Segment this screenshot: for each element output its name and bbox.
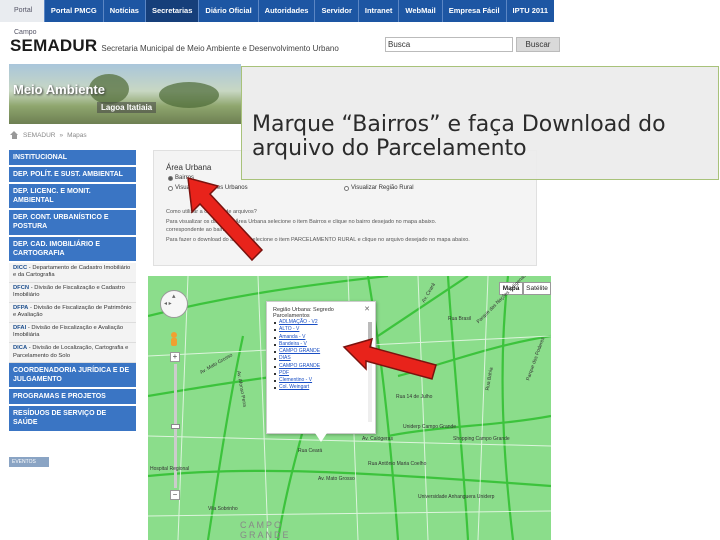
popup-link[interactable]: ADLMAÇÃO - V2	[273, 319, 369, 326]
subitem-text: Divisão de Fiscalização de Patrimônio e …	[13, 304, 132, 319]
nav-item-active[interactable]: Secretarias	[144, 0, 199, 22]
map-city-label: GRANDE	[240, 530, 291, 540]
zoom-out-icon[interactable]: −	[170, 490, 180, 500]
sidebar-item-dep-cont[interactable]: DEP. CONT. URBANÍSTICO E POSTURA	[9, 210, 136, 237]
map-label: Av. Mato Grosso	[318, 476, 355, 482]
page-root: Portal Campo Portal PMCG Notícias Secret…	[0, 0, 720, 540]
sidebar-item-programas[interactable]: PROGRAMAS E PROJETOS	[9, 389, 136, 407]
option-rural[interactable]: Visualizar Região Rural	[344, 185, 414, 191]
breadcrumb: SEMADUR » Mapas	[10, 131, 87, 139]
sidebar-item-dep-polit[interactable]: DEP. POLÍT. E SUST. AMBIENTAL	[9, 167, 136, 185]
instruction-callout: Marque “Bairros” e faça Download do arqu…	[241, 66, 719, 180]
brand-name[interactable]: SEMADUR	[10, 36, 97, 56]
zoom-in-icon[interactable]: +	[170, 352, 180, 362]
bairros-radio[interactable]	[168, 175, 173, 181]
subitem-code: DFCN	[13, 284, 30, 291]
subitem-text: Divisão de Localização, Cartografia e Pa…	[13, 345, 129, 359]
map-label: Universidade Anhanguera Uniderp	[418, 494, 495, 500]
subitem-text: Divisão de Fiscalização e Cadastro Imobi…	[13, 284, 125, 299]
arrow-to-parcelamento-icon	[342, 337, 437, 380]
setores-radio[interactable]	[168, 185, 173, 191]
nav-item[interactable]: Empresa Fácil	[441, 0, 506, 22]
sidebar-item-coordenadoria[interactable]: COORDENADORIA JURÍDICA E DE JULGAMENTO	[9, 363, 136, 390]
subitem-code: DFPA	[13, 304, 29, 311]
popup-link[interactable]: ALTO - V	[273, 326, 369, 333]
map-view[interactable]: Mapa Satélite + − Av. Ceará Rua Brasil P…	[148, 276, 551, 540]
map-label: Shopping Campo Grande	[453, 436, 510, 442]
nav-item[interactable]: Autoridades	[257, 0, 315, 22]
breadcrumb-separator: »	[59, 131, 64, 139]
brand-header: SEMADUR Secretaria Municipal de Meio Amb…	[10, 36, 339, 56]
map-label: Rua 14 de Julho	[396, 394, 433, 400]
pan-control-icon[interactable]	[160, 290, 188, 318]
sidebar-subitem[interactable]: DICA - Divisão de Localização, Cartograf…	[9, 343, 136, 364]
subitem-code: DFAI	[13, 324, 27, 331]
zoom-control[interactable]: + −	[170, 352, 180, 502]
arrow-to-bairros-icon	[187, 176, 264, 262]
map-type-satelite[interactable]: Satélite	[523, 282, 551, 295]
sidebar-item-dep-cad[interactable]: DEP. CAD. IMOBILIÁRIO E CARTOGRAFIA	[9, 236, 136, 263]
breadcrumb-item[interactable]: Mapas	[67, 132, 87, 139]
banner-tree	[159, 82, 219, 108]
search-button[interactable]: Buscar	[516, 37, 560, 52]
search-input[interactable]	[385, 37, 513, 52]
banner-title: Meio Ambiente	[13, 82, 105, 97]
nav-item[interactable]: Diário Oficial	[198, 0, 257, 22]
sidebar-subitem[interactable]: DICC - Departamento de Cadastro Imobiliá…	[9, 262, 136, 283]
sidebar-item-residuos[interactable]: RESÍDUOS DE SERVIÇO DE SAÚDE	[9, 406, 136, 433]
subitem-code: DICC	[13, 264, 28, 271]
nav-item[interactable]: Servidor	[314, 0, 357, 22]
nav-item[interactable]: IPTU 2011	[505, 0, 554, 22]
callout-text: Marque “Bairros” e faça Download do arqu…	[252, 112, 666, 162]
breadcrumb-item[interactable]: SEMADUR	[23, 132, 56, 139]
home-icon[interactable]	[10, 131, 19, 139]
nav-item[interactable]: Portal PMCG	[43, 0, 103, 22]
nav-item[interactable]: WebMail	[398, 0, 441, 22]
nav-item[interactable]: Notícias	[102, 0, 145, 22]
sidebar: INSTITUCIONAL DEP. POLÍT. E SUST. AMBIEN…	[9, 150, 136, 467]
map-label: Rua Antônio Maria Coelho	[368, 461, 427, 467]
sidebar-item-dep-licenc[interactable]: DEP. LICENC. E MONIT. AMBIENTAL	[9, 184, 136, 211]
pegman-icon[interactable]	[170, 332, 178, 346]
map-label: Av. Calógeras	[362, 436, 393, 442]
brand-subtitle: Secretaria Municipal de Meio Ambiente e …	[101, 44, 339, 53]
subitem-code: DICA	[13, 345, 28, 351]
subitem-text: Departamento de Cadastro Imobiliário e d…	[13, 264, 131, 279]
close-icon[interactable]: ✕	[364, 305, 370, 313]
rural-radio[interactable]	[344, 185, 349, 191]
top-nav: Portal Campo Portal PMCG Notícias Secret…	[0, 0, 554, 36]
zoom-knob[interactable]	[170, 424, 180, 429]
sidebar-subitem[interactable]: DFCN - Divisão de Fiscalização e Cadastr…	[9, 282, 136, 303]
map-label: Rua Brasil	[448, 316, 472, 322]
sidebar-subitem[interactable]: DFPA - Divisão de Fiscalização de Patrim…	[9, 302, 136, 323]
nav-item-portal-campo[interactable]: Portal Campo	[0, 0, 44, 36]
sidebar-item-institucional[interactable]: INSTITUCIONAL	[9, 150, 136, 168]
banner-image: Meio Ambiente Lagoa Itatiaia	[9, 64, 241, 124]
map-label: Vila Sobrinho	[208, 506, 238, 512]
map-label: Rua Ceará	[298, 448, 323, 454]
sidebar-eventos[interactable]: EVENTOS	[9, 456, 49, 467]
sidebar-subitem[interactable]: DFAI - Divisão de Fiscalização e Avaliaç…	[9, 322, 136, 343]
map-label: Hospital Regional	[150, 466, 190, 472]
option-label: Visualizar Região Rural	[351, 185, 414, 191]
map-city-label: CAMPO	[240, 520, 284, 530]
map-label: Uniderp Campo Grande	[403, 424, 457, 430]
subitem-text: Divisão de Fiscalização e Avaliação Imob…	[13, 324, 124, 339]
banner-subtitle: Lagoa Itatiaia	[97, 102, 157, 113]
nav-item[interactable]: Intranet	[357, 0, 399, 22]
